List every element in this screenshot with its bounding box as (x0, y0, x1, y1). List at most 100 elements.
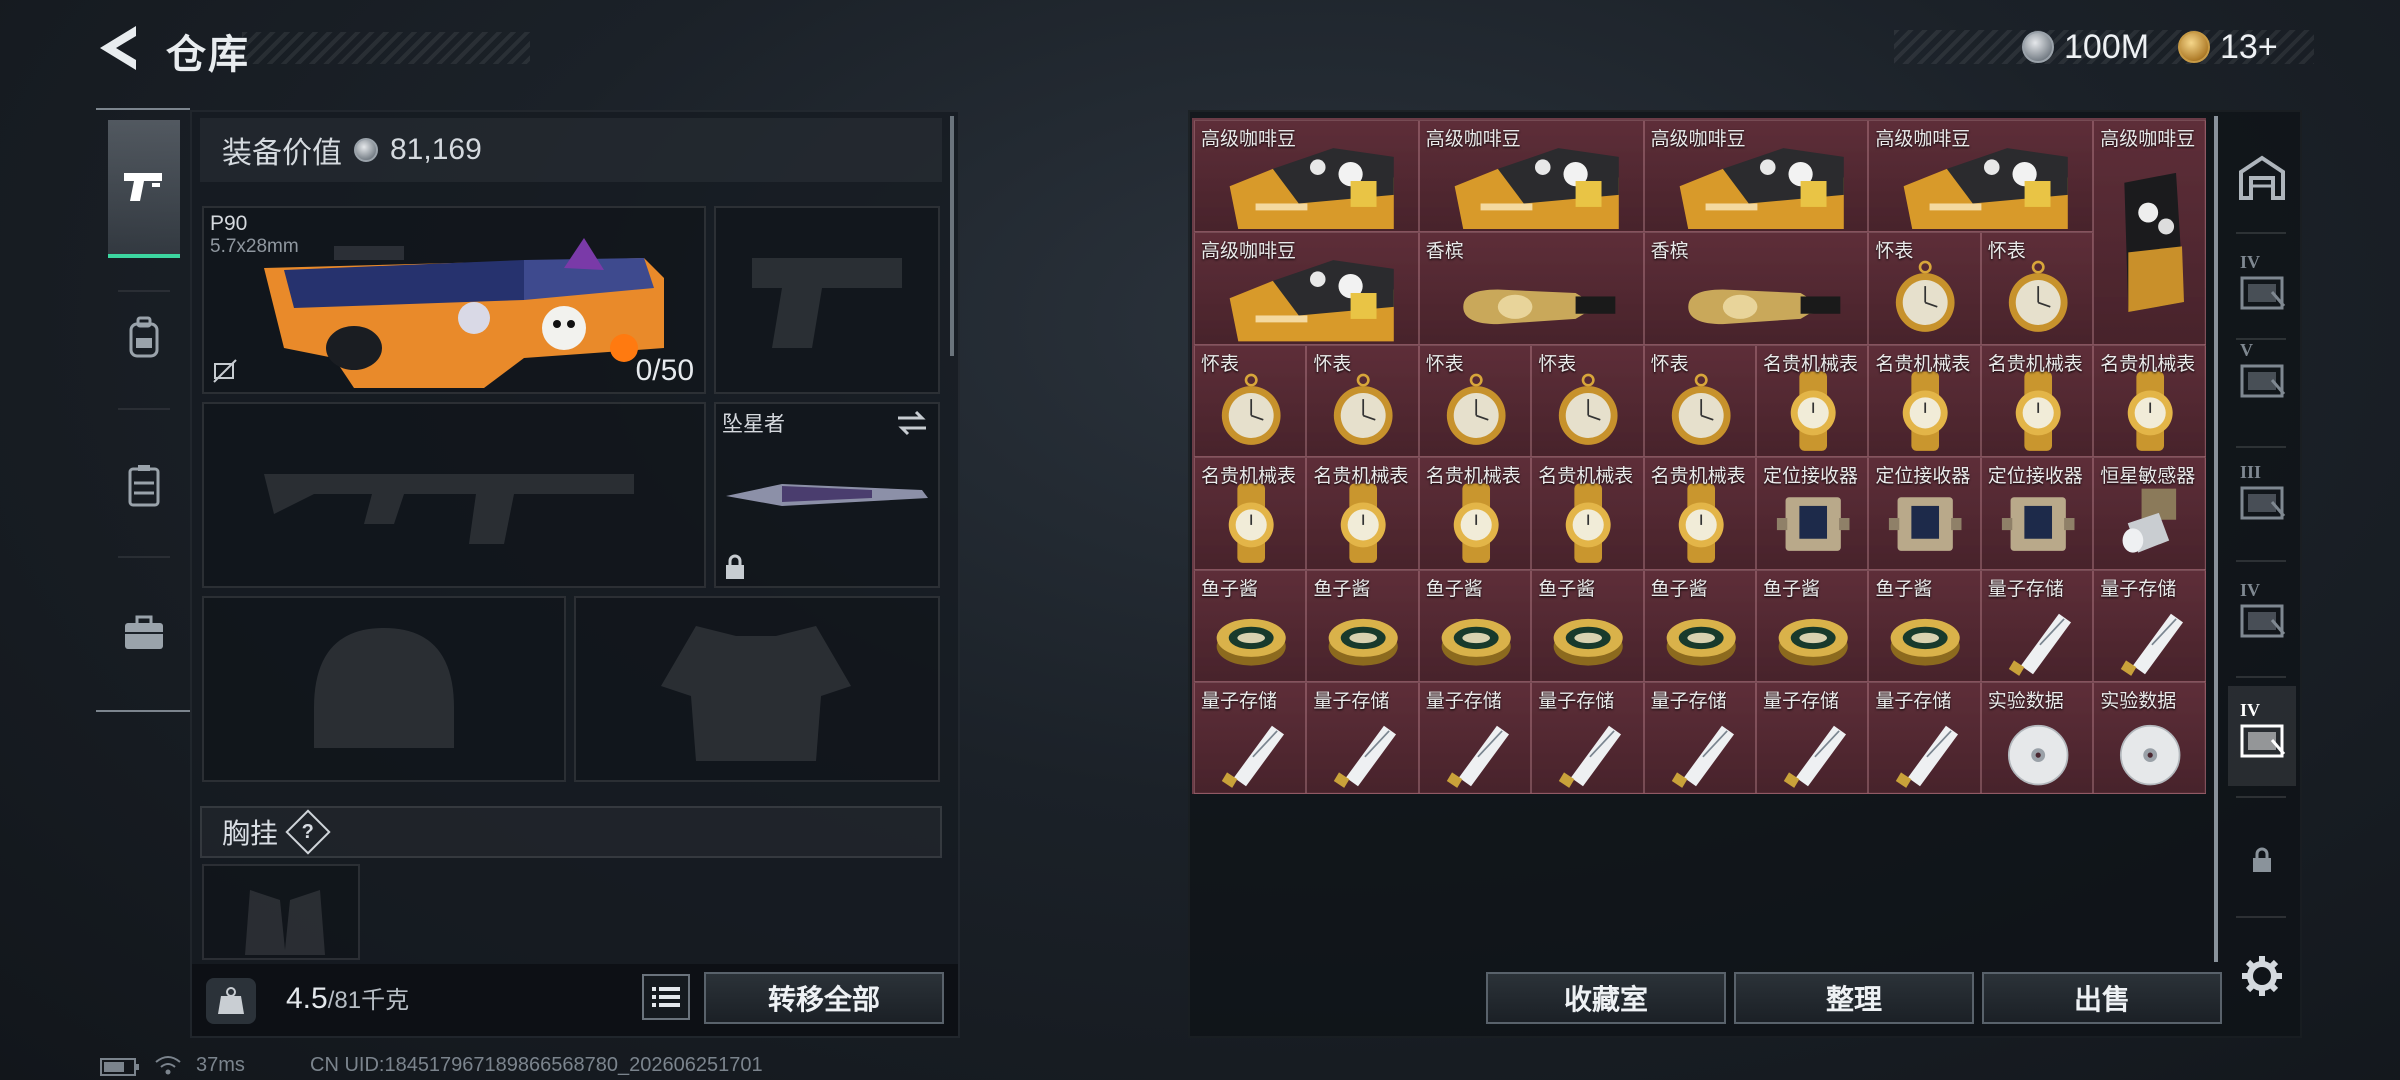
quantum-storage-image (2008, 613, 2071, 676)
storage-item-coffee[interactable]: 高级咖啡豆 (1868, 120, 2094, 233)
storage-item-name: 高级咖啡豆 (2100, 129, 2196, 150)
storage-item-name: 名贵机械表 (1538, 466, 1634, 488)
storage-item-pocketwatch[interactable]: 怀表 (1306, 344, 1419, 458)
storage-item-caviar[interactable]: 鱼子酱 (1643, 569, 1756, 682)
storage-tab-iv[interactable]: IV (2228, 238, 2296, 338)
storage-tab-v[interactable]: V (2228, 326, 2296, 426)
storage-item-wristwatch[interactable]: 名贵机械表 (1868, 344, 1981, 458)
storage-item-caviar[interactable]: 鱼子酱 (1418, 569, 1532, 682)
storage-item-pocketwatch[interactable]: 怀表 (1531, 344, 1644, 458)
storage-item-name: 量子存储 (1650, 691, 1727, 712)
storage-item-wristwatch[interactable]: 名贵机械表 (2093, 344, 2206, 458)
pistol-placeholder-icon (752, 258, 902, 348)
storage-item-caviar[interactable]: 鱼子酱 (1531, 569, 1644, 682)
helmet-slot[interactable] (202, 596, 566, 782)
rail-item-vest[interactable] (108, 416, 180, 554)
armor-slot[interactable] (574, 596, 940, 782)
storage-item-coffee[interactable]: 高级咖啡豆 (1418, 120, 1644, 233)
luxury-wristwatch-image (1228, 483, 1274, 564)
storage-item-wristwatch[interactable]: 名贵机械表 (1194, 457, 1307, 570)
storage-tab-iv-b[interactable]: IV (2228, 566, 2296, 666)
melee-slot[interactable]: 坠星者 (714, 402, 940, 588)
chest-rig-slot[interactable] (202, 864, 360, 960)
storage-item-wristwatch[interactable]: 名贵机械表 (1531, 457, 1644, 570)
storage-item-wristwatch[interactable]: 名贵机械表 (1980, 344, 2094, 458)
storage-item-name: 怀表 (1538, 353, 1577, 375)
rail-item-backpack[interactable] (108, 268, 180, 406)
storage-item-name: 怀表 (1875, 241, 1914, 263)
storage-item-receiver[interactable]: 定位接收器 (1980, 457, 2094, 570)
storage-item-usb[interactable]: 量子存储 (1643, 682, 1756, 795)
storage-tab-active[interactable]: IV (2228, 686, 2296, 786)
ping-text: 37ms (196, 1054, 245, 1076)
storage-item-caviar[interactable]: 鱼子酱 (1194, 569, 1307, 682)
storage-item-usb[interactable]: 量子存储 (1306, 682, 1419, 795)
experiment-data-disc-image (2007, 724, 2069, 786)
coffee-bag-image (1679, 148, 1844, 230)
storage-tab-main[interactable] (2228, 128, 2296, 228)
storage-item-wristwatch[interactable]: 名贵机械表 (1306, 457, 1419, 570)
storage-item-caviar[interactable]: 鱼子酱 (1756, 569, 1869, 682)
storage-item-usb[interactable]: 量子存储 (1756, 682, 1869, 795)
rail-divider (2236, 676, 2286, 678)
storage-item-usb[interactable]: 量子存储 (1868, 682, 1981, 795)
secondary-weapon-slot[interactable] (202, 402, 706, 588)
coffee-bag-image (2124, 172, 2185, 312)
storage-tab-iii[interactable]: III (2228, 448, 2296, 548)
rail-item-weapons[interactable] (108, 120, 180, 258)
storage-item-wristwatch[interactable]: 名贵机械表 (1756, 344, 1869, 458)
storage-item-pocketwatch[interactable]: 怀表 (1418, 344, 1532, 458)
storage-item-champagne[interactable]: 香槟 (1418, 232, 1644, 345)
help-icon[interactable]: ? (285, 809, 331, 855)
collection-room-button[interactable]: 收藏室 (1486, 972, 1726, 1024)
rail-divider (118, 408, 170, 410)
storage-item-name: 香槟 (1650, 241, 1689, 263)
storage-item-usb[interactable]: 量子存储 (1980, 569, 2094, 682)
storage-item-pocketwatch[interactable]: 怀表 (1643, 344, 1756, 458)
storage-item-receiver[interactable]: 定位接收器 (1756, 457, 1869, 570)
storage-item-usb[interactable]: 量子存储 (1531, 682, 1644, 795)
storage-item-sensor[interactable]: 恒星敏感器 (2093, 457, 2206, 570)
storage-item-wristwatch[interactable]: 名贵机械表 (1418, 457, 1532, 570)
pistol-slot[interactable] (714, 206, 940, 394)
loadout-scrollbar[interactable] (950, 116, 954, 356)
storage-item-caviar[interactable]: 鱼子酱 (1306, 569, 1419, 682)
storage-tab-label: IV (2240, 252, 2261, 272)
storage-item-pocketwatch[interactable]: 怀表 (1868, 232, 1981, 345)
storage-item-receiver[interactable]: 定位接收器 (1868, 457, 1981, 570)
storage-item-usb[interactable]: 量子存储 (2093, 569, 2206, 682)
currency-gold-value: 13+ (2220, 27, 2278, 66)
storage-item-caviar[interactable]: 鱼子酱 (1868, 569, 1981, 682)
list-view-button[interactable] (642, 974, 690, 1020)
storage-item-coffee-tall[interactable]: 高级咖啡豆 (2093, 120, 2206, 345)
storage-item-coffee[interactable]: 高级咖啡豆 (1194, 120, 1419, 233)
transfer-all-button[interactable]: 转移全部 (704, 972, 944, 1024)
primary-weapon-ammo: 0/50 (635, 354, 694, 387)
luxury-wristwatch-image (2127, 371, 2173, 451)
rail-divider (2236, 796, 2286, 798)
storage-item-coffee[interactable]: 高级咖啡豆 (1643, 120, 1869, 233)
organize-button[interactable]: 整理 (1734, 972, 1974, 1024)
armor-placeholder-icon (661, 626, 851, 761)
storage-scrollbar[interactable] (2214, 116, 2218, 962)
sell-button[interactable]: 出售 (1982, 972, 2222, 1024)
storage-item-disc[interactable]: 实验数据 (2093, 682, 2206, 795)
rail-item-case[interactable] (108, 564, 180, 702)
primary-weapon-slot[interactable]: P90 5.7x28mm 0/50 (202, 206, 706, 394)
storage-item-usb[interactable]: 量子存储 (1418, 682, 1532, 795)
quantum-storage-image (1221, 725, 1285, 788)
back-button[interactable] (96, 22, 142, 74)
swap-icon[interactable] (896, 410, 928, 436)
storage-item-pocketwatch[interactable]: 怀表 (1980, 232, 2094, 345)
storage-tab-locked[interactable] (2228, 810, 2296, 910)
coffee-bag-image (1229, 148, 1394, 230)
lock-icon (726, 554, 744, 579)
settings-button[interactable] (2228, 926, 2296, 1026)
storage-item-pocketwatch[interactable]: 怀表 (1194, 344, 1307, 458)
storage-item-usb[interactable]: 量子存储 (1194, 682, 1307, 795)
storage-item-champagne[interactable]: 香槟 (1643, 232, 1869, 345)
storage-item-coffee[interactable]: 高级咖啡豆 (1194, 232, 1419, 345)
storage-item-disc[interactable]: 实验数据 (1980, 682, 2094, 795)
storage-item-wristwatch[interactable]: 名贵机械表 (1643, 457, 1756, 570)
pocket-watch-image (2008, 261, 2068, 333)
